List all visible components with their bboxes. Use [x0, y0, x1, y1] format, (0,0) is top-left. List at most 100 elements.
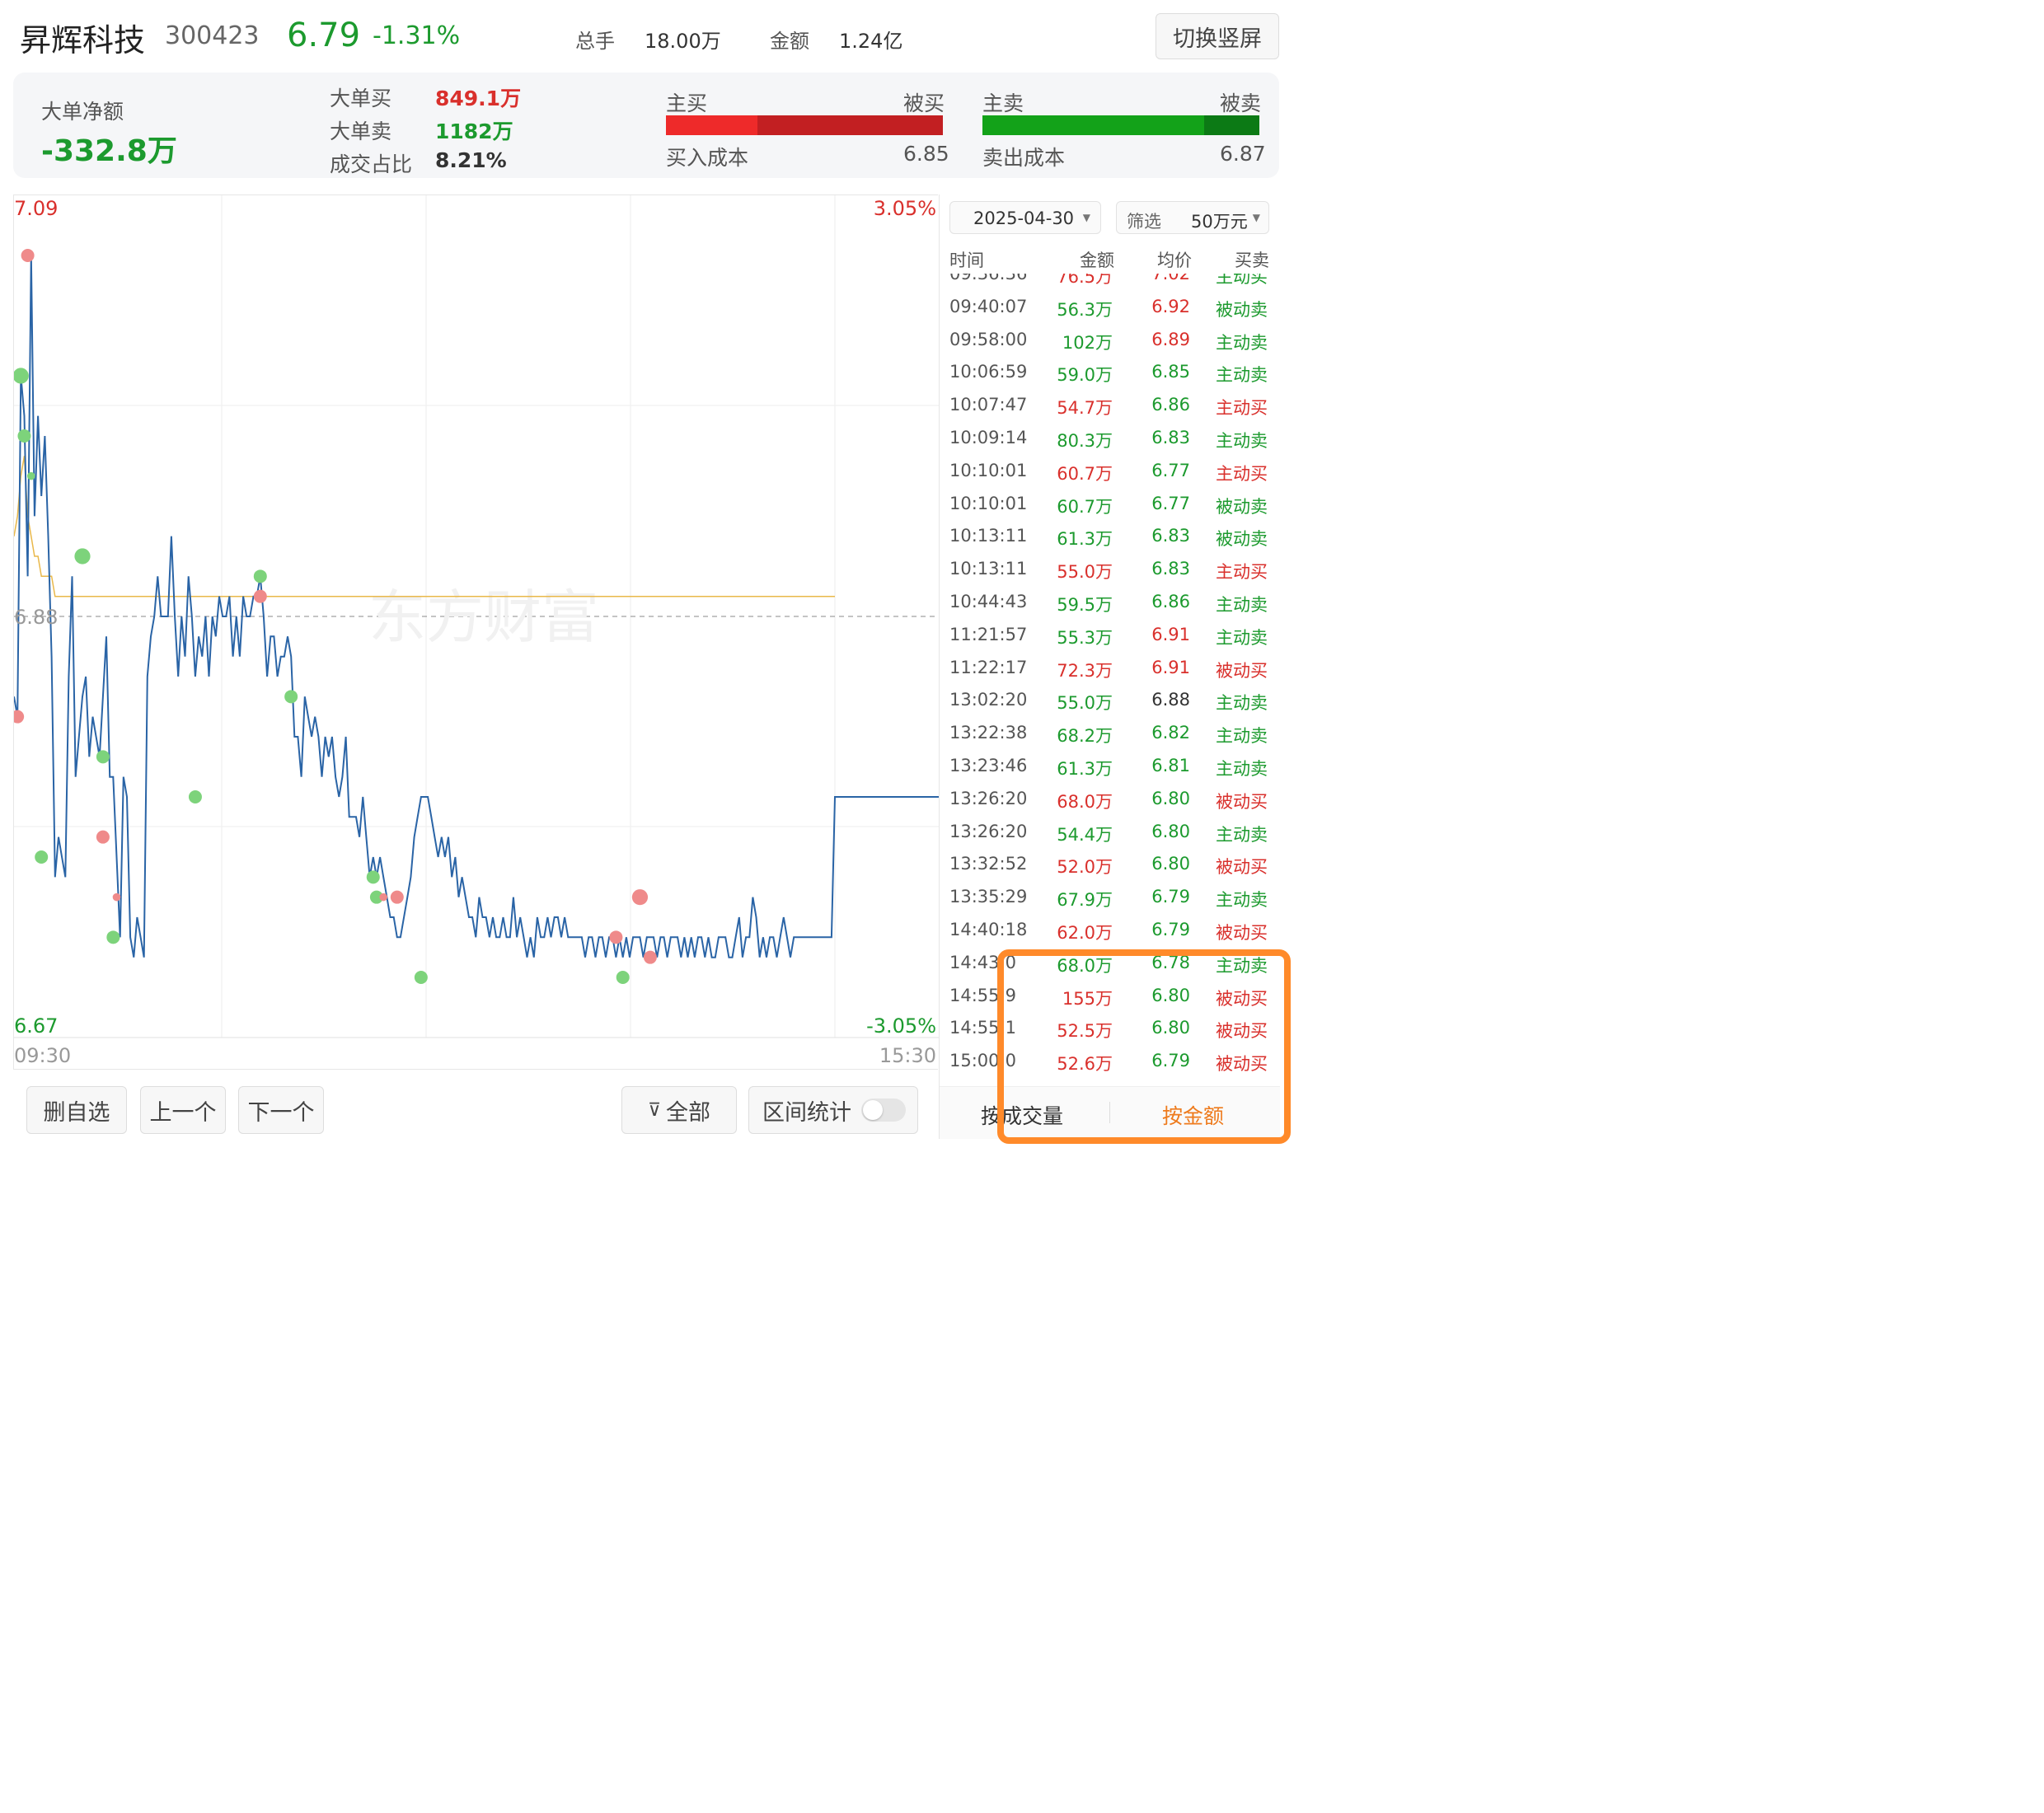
sell-marker [253, 569, 267, 583]
trade-row[interactable]: 13:32:52 52.0万 6.80 被动买 [940, 854, 1278, 887]
trade-time: 10:10:01 [949, 460, 1028, 480]
avg-price-line [14, 456, 835, 597]
trade-side: 主动卖 [1216, 955, 1268, 976]
trade-table-header: 时间 金额 均价 买卖 [940, 247, 1278, 274]
pct-top-label: 3.05% [873, 197, 936, 220]
trade-amount: 54.4万 [1057, 824, 1113, 845]
trade-row[interactable]: 13:26:20 68.0万 6.80 被动买 [940, 789, 1278, 822]
trade-time: 10:07:47 [949, 395, 1028, 415]
trade-side: 主动买 [1216, 274, 1268, 287]
trade-price: 6.80 [1151, 821, 1190, 841]
sell-marker [74, 548, 91, 565]
trade-side: 主动卖 [1216, 759, 1268, 779]
filter-all-label: 全部 [666, 1099, 711, 1126]
trade-time: 10:09:14 [949, 428, 1028, 447]
previous-button[interactable]: 上一个 [140, 1086, 226, 1134]
trade-price: 6.80 [1151, 1018, 1190, 1038]
x-end-label: 15:30 [879, 1044, 936, 1067]
sell-marker [35, 850, 49, 864]
buy-marker [96, 830, 110, 844]
trade-price: 6.79 [1151, 1051, 1190, 1071]
passive-sell-label: 被卖 [1220, 91, 1262, 115]
trade-amount: 61.3万 [1057, 759, 1113, 779]
trade-row[interactable]: 14:55:9 155万 6.80 被动买 [940, 986, 1278, 1019]
y-mid-label: 6.88 [14, 606, 59, 629]
trade-time: 14:55:9 [949, 985, 1016, 1005]
trade-row[interactable]: 14:55:1 52.5万 6.80 被动买 [940, 1018, 1278, 1051]
trade-row[interactable]: 10:10:01 60.7万 6.77 主动买 [940, 461, 1278, 494]
intraday-chart[interactable]: 东方财富 7.09 6.88 6.67 3.05% -3.05% 09:30 1… [13, 194, 939, 1070]
trade-row[interactable]: 13:22:38 68.2万 6.82 主动卖 [940, 723, 1278, 756]
y-top-label: 7.09 [14, 197, 59, 220]
switch-portrait-button[interactable]: 切换竖屏 [1156, 13, 1279, 59]
trade-row[interactable]: 15:00:0 52.6万 6.79 被动买 [940, 1051, 1278, 1084]
trade-row[interactable]: 13:02:20 55.0万 6.88 主动卖 [940, 690, 1278, 723]
trade-row[interactable]: 09:36:36 76.5万 7.02 主动买 [940, 274, 1278, 297]
trade-price: 6.92 [1151, 296, 1190, 316]
trade-row[interactable]: 11:22:17 72.3万 6.91 被动买 [940, 658, 1278, 691]
trade-amount: 52.6万 [1057, 1054, 1113, 1075]
range-stats-label: 区间统计 [762, 1099, 851, 1126]
trade-row[interactable]: 10:13:11 61.3万 6.83 被动卖 [940, 526, 1278, 559]
volume-value: 18.00万 [645, 30, 721, 53]
big-buy-value: 849.1万 [435, 87, 522, 110]
amount-label: 金额 [770, 30, 809, 53]
trade-row[interactable]: 10:13:11 55.0万 6.83 主动买 [940, 559, 1278, 592]
trade-row[interactable]: 13:26:20 54.4万 6.80 主动卖 [940, 822, 1278, 855]
filter-all-button[interactable]: ⊽ 全部 [621, 1086, 737, 1134]
trade-time: 09:40:07 [949, 296, 1028, 316]
range-stats-toggle[interactable] [861, 1099, 906, 1122]
trade-amount: 68.0万 [1057, 955, 1113, 976]
trade-amount: 56.3万 [1057, 299, 1113, 320]
filter-value: 50万元 [1191, 212, 1248, 232]
trade-amount: 59.0万 [1057, 365, 1113, 386]
trade-price: 6.85 [1151, 362, 1190, 382]
tab-by-volume[interactable]: 按成交量 [981, 1100, 1063, 1130]
header-avg-price: 均价 [1157, 251, 1192, 270]
trade-list[interactable]: 09:36:36 76.5万 7.02 主动买 09:40:07 56.3万 6.92 被动卖… [940, 274, 1278, 1086]
buy-cost-label: 买入成本 [666, 146, 749, 170]
next-button[interactable]: 下一个 [238, 1086, 324, 1134]
trade-amount: 59.5万 [1057, 595, 1113, 615]
trade-price: 6.91 [1151, 657, 1190, 677]
sell-marker [17, 429, 31, 443]
trade-amount: 52.5万 [1057, 1021, 1113, 1042]
trade-row[interactable]: 09:58:00 102万 6.89 主动卖 [940, 330, 1278, 363]
buy-marker [379, 892, 388, 902]
filter-select[interactable]: 筛选 50万元 ▼ [1116, 201, 1269, 234]
trade-row[interactable]: 10:07:47 54.7万 6.86 主动买 [940, 395, 1278, 428]
range-stats-control[interactable]: 区间统计 [748, 1086, 918, 1134]
trade-time: 09:58:00 [949, 329, 1028, 349]
trade-side: 被动买 [1216, 988, 1268, 1009]
trade-side: 主动卖 [1216, 890, 1268, 911]
trade-row[interactable]: 10:09:14 80.3万 6.83 主动卖 [940, 428, 1278, 461]
trade-time: 13:26:20 [949, 788, 1028, 808]
stock-price: 6.79 [287, 16, 361, 54]
trade-time: 11:21:57 [949, 624, 1028, 644]
trade-row[interactable]: 09:40:07 56.3万 6.92 被动卖 [940, 297, 1278, 330]
trade-row[interactable]: 13:35:29 67.9万 6.79 主动卖 [940, 887, 1278, 920]
chevron-down-icon: ▼ [1082, 212, 1090, 223]
trade-side: 主动卖 [1216, 431, 1268, 451]
buy-marker [609, 930, 623, 944]
trade-row[interactable]: 14:43:0 68.0万 6.78 主动卖 [940, 953, 1278, 986]
trade-time: 13:26:20 [949, 821, 1028, 841]
stock-name: 昇辉科技 [20, 22, 146, 59]
trade-row[interactable]: 14:40:18 62.0万 6.79 被动买 [940, 920, 1278, 953]
trade-row[interactable]: 10:06:59 59.0万 6.85 主动卖 [940, 362, 1278, 395]
trade-price: 6.89 [1151, 329, 1190, 349]
trade-time: 13:35:29 [949, 887, 1028, 907]
watermark: 东方财富 [368, 583, 599, 651]
trade-amount: 62.0万 [1057, 923, 1113, 943]
tab-by-amount[interactable]: 按金额 [1162, 1100, 1224, 1130]
date-select[interactable]: 2025-04-30 ▼ [949, 201, 1101, 234]
trade-row[interactable]: 13:23:46 61.3万 6.81 主动卖 [940, 756, 1278, 789]
ratio-value: 8.21% [435, 148, 507, 172]
delete-favorite-button[interactable]: 删自选 [26, 1086, 127, 1134]
trade-price: 6.80 [1151, 788, 1190, 808]
trade-price: 6.83 [1151, 526, 1190, 546]
trade-row[interactable]: 10:44:43 59.5万 6.86 主动卖 [940, 592, 1278, 625]
trade-row[interactable]: 11:21:57 55.3万 6.91 主动卖 [940, 625, 1278, 658]
trade-row[interactable]: 10:10:01 60.7万 6.77 被动卖 [940, 494, 1278, 527]
x-start-label: 09:30 [14, 1044, 72, 1067]
